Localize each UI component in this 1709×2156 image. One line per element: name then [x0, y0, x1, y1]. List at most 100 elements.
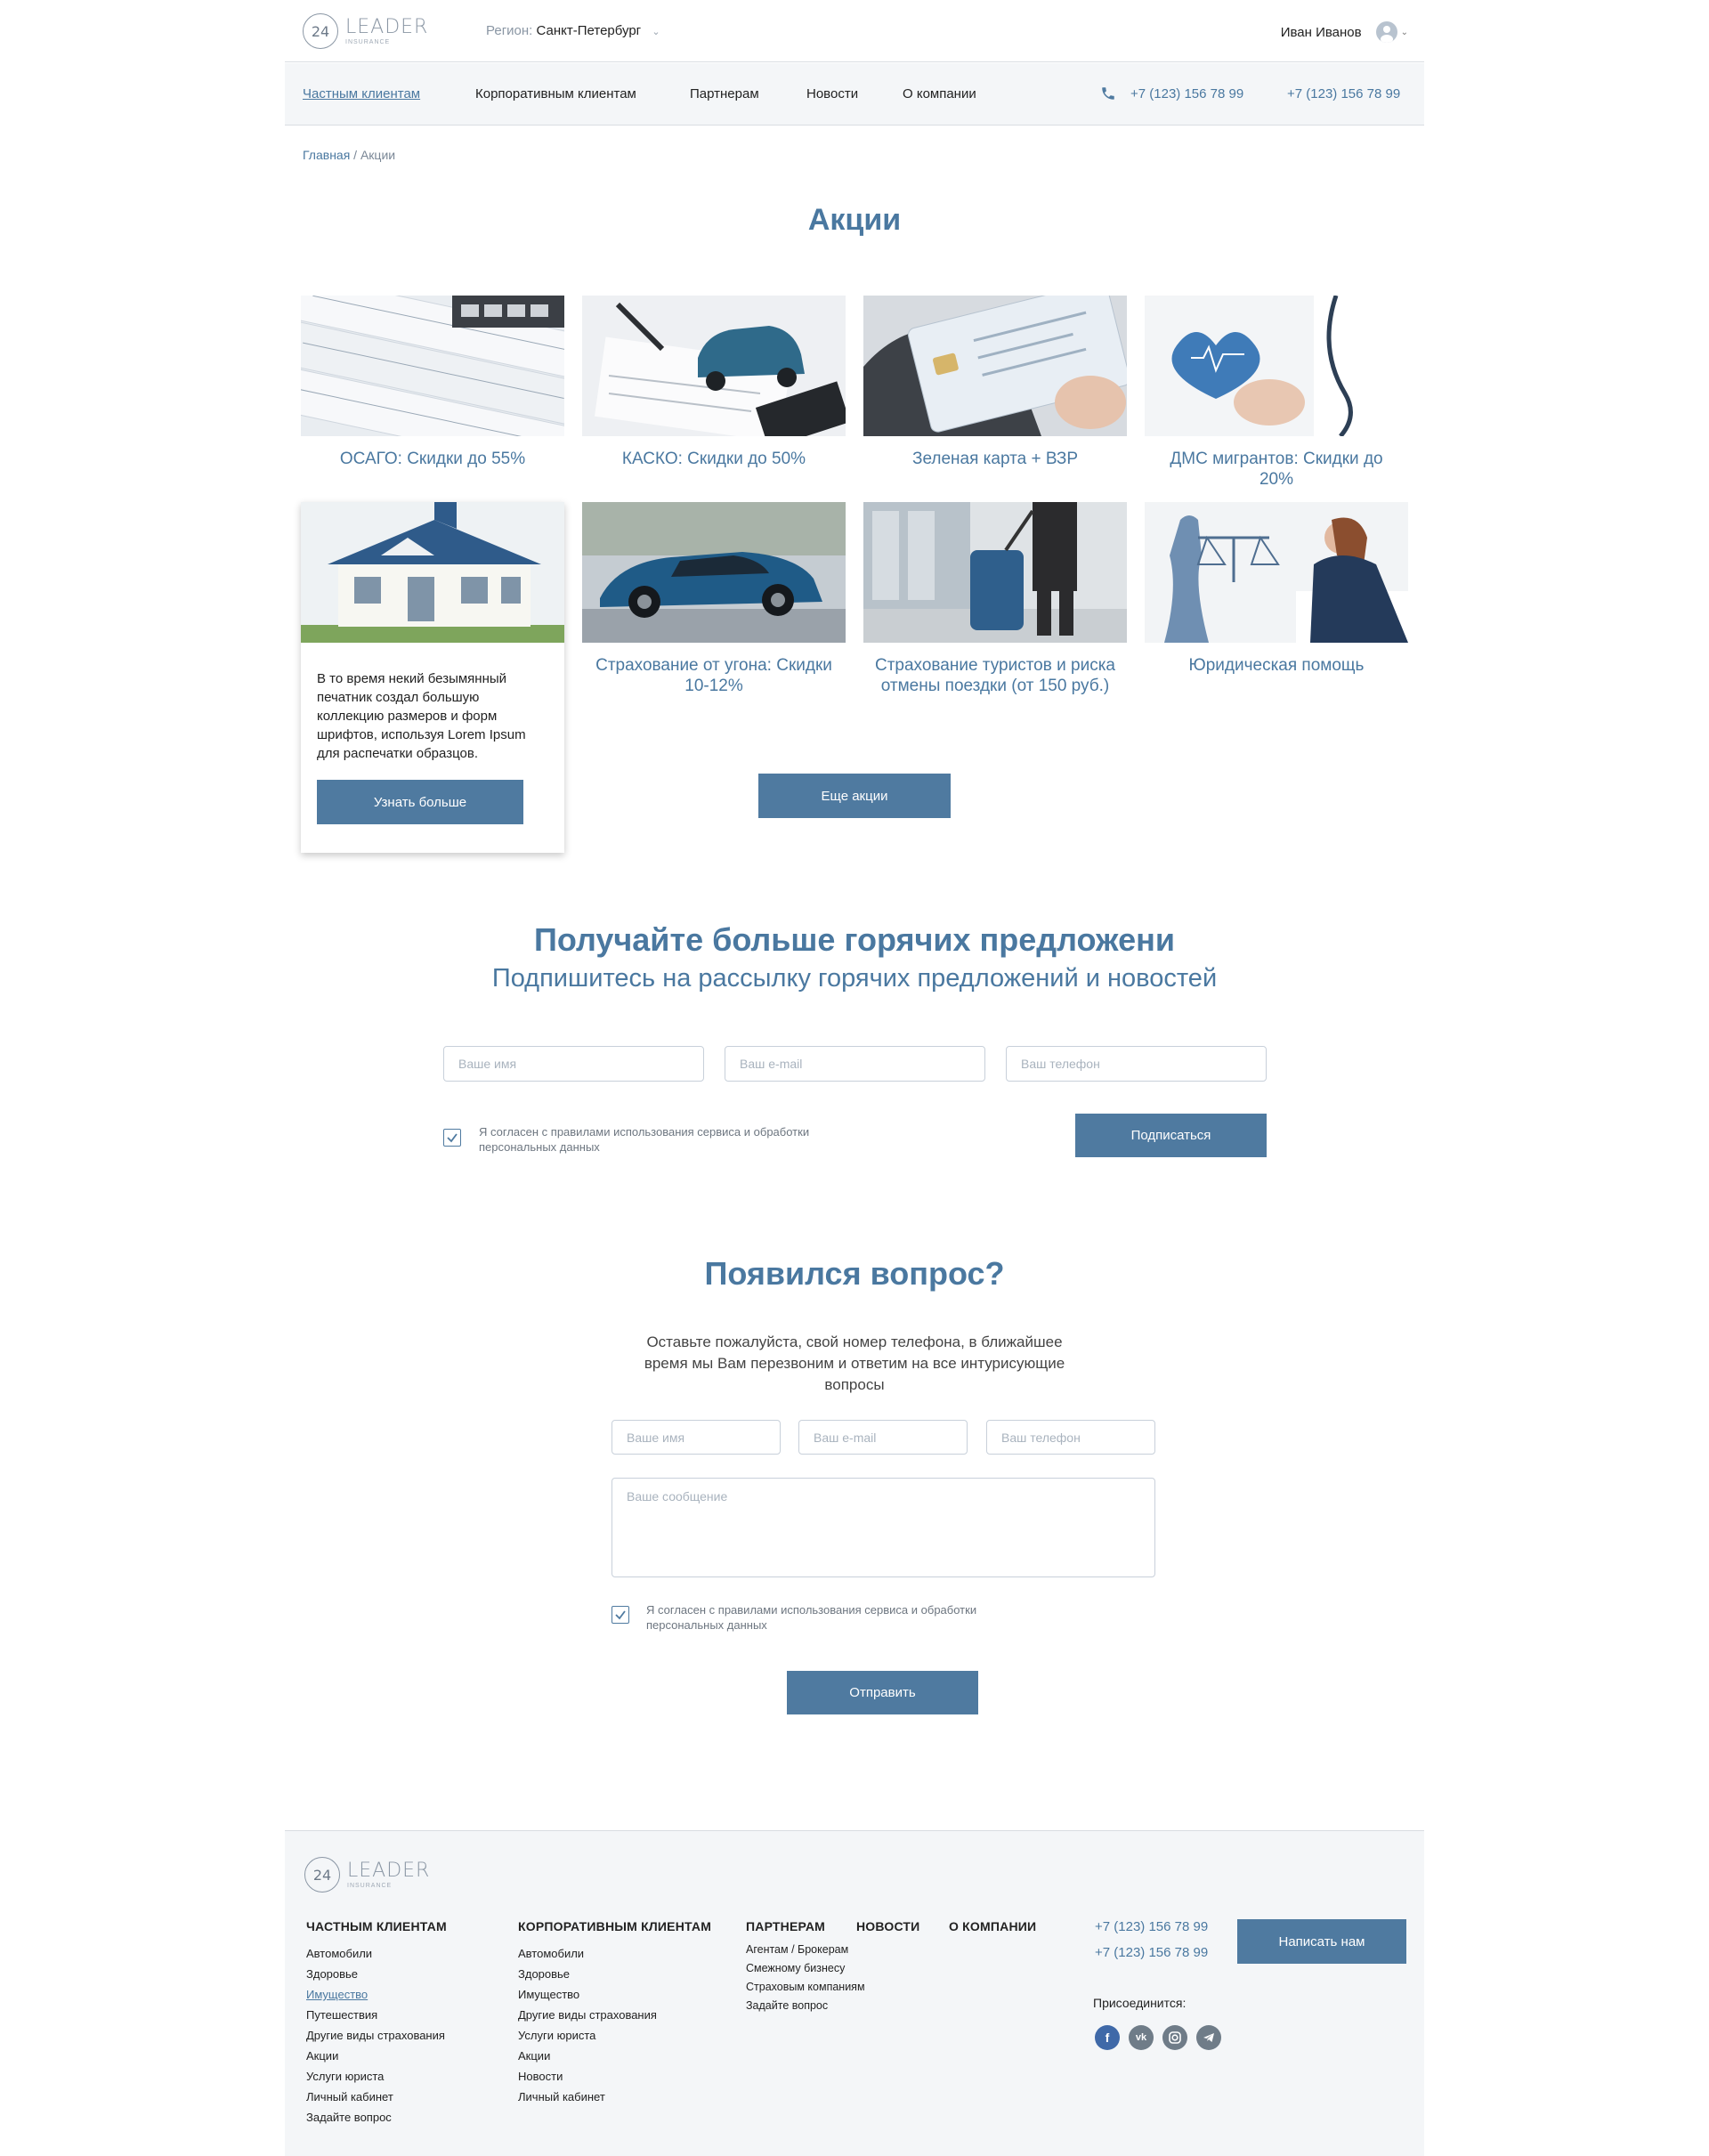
promo-title: КАСКО: Скидки до 50%: [621, 450, 806, 468]
footer-logo[interactable]: 24 LEADER INSURANCE: [304, 1857, 430, 1893]
nav-phone-2[interactable]: +7 (123) 156 78 99: [1287, 86, 1400, 101]
logo-sub: INSURANCE: [345, 38, 391, 45]
subscribe-title: Получайте больше горячих предложени: [534, 921, 1175, 958]
footer-link[interactable]: Задайте вопрос: [306, 2107, 445, 2128]
footer-about-title[interactable]: О КОМПАНИИ: [949, 1919, 1036, 1933]
footer-private-title[interactable]: ЧАСТНЫМ КЛИЕНТАМ: [306, 1919, 447, 1933]
subscribe-email-input[interactable]: [725, 1046, 985, 1082]
promo-image-dms: [1145, 296, 1408, 436]
footer-link[interactable]: Личный кабинет: [306, 2087, 445, 2107]
question-name-input[interactable]: [612, 1420, 781, 1455]
logo-word: LEADER: [347, 1859, 431, 1882]
breadcrumb: Главная / Акции: [303, 148, 395, 162]
promo-title: ДМС мигрантов: Скидки до 20%: [1170, 450, 1383, 489]
nav-private-clients[interactable]: Частным клиентам: [303, 86, 420, 101]
region-value: Санкт-Петербург: [536, 23, 642, 38]
footer-link[interactable]: Здоровье: [518, 1964, 657, 1984]
page: 24 LEADER INSURANCE Регион: Санкт-Петерб…: [285, 0, 1424, 2156]
region-selector[interactable]: Регион: Санкт-Петербург ⌄: [486, 23, 660, 38]
footer-link[interactable]: Услуги юриста: [306, 2066, 445, 2087]
footer-link[interactable]: Другие виды страхования: [518, 2005, 657, 2025]
logo[interactable]: 24 LEADER INSURANCE: [303, 13, 428, 49]
checkmark-icon: [615, 1610, 626, 1620]
subscribe-subtitle: Подпишитесь на рассылку горячих предложе…: [491, 964, 1218, 993]
promo-title: Страхование от угона: Скидки 10-12%: [595, 656, 832, 695]
question-email-input[interactable]: [798, 1420, 968, 1455]
footer-phone-1[interactable]: +7 (123) 156 78 99: [1095, 1919, 1208, 1934]
subscribe-name-input[interactable]: [443, 1046, 704, 1082]
nav-partners[interactable]: Партнерам: [690, 86, 759, 101]
footer-partners-title[interactable]: ПАРТНЕРАМ: [746, 1919, 825, 1933]
promo-card-green-card[interactable]: Зеленая карта + ВЗР: [863, 296, 1127, 469]
nav-phone-1[interactable]: +7 (123) 156 78 99: [1130, 86, 1243, 101]
promo-card-kasko[interactable]: КАСКО: Скидки до 50%: [582, 296, 846, 469]
nav-corporate-clients[interactable]: Корпоративным клиентам: [475, 86, 636, 101]
promo-card-legal[interactable]: Юридическая помощь: [1145, 502, 1408, 676]
breadcrumb-current: Акции: [360, 148, 396, 162]
top-bar: 24 LEADER INSURANCE Регион: Санкт-Петерб…: [285, 0, 1424, 62]
footer-corporate-title[interactable]: КОРПОРАТИВНЫМ КЛИЕНТАМ: [518, 1919, 711, 1933]
footer-link[interactable]: Автомобили: [518, 1943, 657, 1964]
write-us-button[interactable]: Написать нам: [1237, 1919, 1406, 1964]
logo-word: LEADER: [345, 15, 429, 38]
footer-link[interactable]: Другие виды страхования: [306, 2025, 445, 2046]
footer-link[interactable]: Новости: [518, 2066, 657, 2087]
more-promos-button[interactable]: Еще акции: [758, 774, 951, 818]
telegram-icon[interactable]: [1196, 2025, 1221, 2050]
chevron-down-icon: ⌄: [1400, 27, 1408, 37]
footer-link[interactable]: Акции: [306, 2046, 445, 2066]
footer-link[interactable]: Имущество: [518, 1984, 657, 2005]
question-phone-input[interactable]: [986, 1420, 1155, 1455]
avatar-icon: [1375, 21, 1397, 43]
subscribe-button[interactable]: Подписаться: [1075, 1114, 1267, 1157]
promo-image-travel: [863, 502, 1127, 643]
footer-link[interactable]: Автомобили: [306, 1943, 445, 1964]
page-title: Акции: [807, 203, 902, 237]
promo-card-travel[interactable]: Страхование туристов и риска отмены поез…: [863, 502, 1127, 696]
subscribe-consent-checkbox[interactable]: [443, 1129, 461, 1147]
learn-more-button[interactable]: Узнать больше: [317, 780, 523, 824]
footer-link[interactable]: Имущество: [306, 1984, 445, 2005]
breadcrumb-home[interactable]: Главная: [303, 148, 350, 162]
promo-title: ОСАГО: Скидки до 55%: [339, 450, 526, 468]
nav-news[interactable]: Новости: [806, 86, 858, 101]
promo-card-dms[interactable]: ДМС мигрантов: Скидки до 20%: [1145, 296, 1408, 490]
facebook-icon[interactable]: f: [1095, 2025, 1120, 2050]
user-menu[interactable]: Иван Иванов ⌄: [1281, 21, 1408, 43]
promo-image-osago: [301, 296, 564, 436]
question-title: Появился вопрос?: [704, 1255, 1005, 1292]
footer-link[interactable]: Акции: [518, 2046, 657, 2066]
question-consent-text: Я согласен с правилами использования сер…: [646, 1603, 977, 1632]
promo-card-osago[interactable]: ОСАГО: Скидки до 55%: [301, 296, 564, 469]
footer-link[interactable]: Путешествия: [306, 2005, 445, 2025]
footer-link[interactable]: Смежному бизнесу: [746, 1959, 865, 1978]
question-message-textarea[interactable]: [612, 1478, 1155, 1577]
chevron-down-icon: ⌄: [652, 27, 660, 37]
question-consent-checkbox[interactable]: [612, 1606, 629, 1624]
instagram-icon[interactable]: [1162, 2025, 1187, 2050]
subscribe-phone-input[interactable]: [1006, 1046, 1267, 1082]
footer-link[interactable]: Здоровье: [306, 1964, 445, 1984]
promo-card-theft[interactable]: Страхование от угона: Скидки 10-12%: [582, 502, 846, 696]
footer-link[interactable]: Задайте вопрос: [746, 1997, 865, 2015]
promo-image-kasko: [582, 296, 846, 436]
footer-corporate-list: Автомобили Здоровье Имущество Другие вид…: [518, 1943, 657, 2107]
footer-phone-2[interactable]: +7 (123) 156 78 99: [1095, 1945, 1208, 1960]
footer-link[interactable]: Страховым компаниям: [746, 1978, 865, 1997]
footer: 24 LEADER INSURANCE ЧАСТНЫМ КЛИЕНТАМ Авт…: [285, 1830, 1424, 2156]
footer-link[interactable]: Агентам / Брокерам: [746, 1941, 865, 1959]
logo-sub: INSURANCE: [347, 1882, 393, 1889]
footer-link[interactable]: Личный кабинет: [518, 2087, 657, 2107]
main-nav: Частным клиентам Корпоративным клиентам …: [285, 63, 1424, 126]
logo-badge: 24: [303, 13, 338, 49]
region-label: Регион:: [486, 23, 533, 38]
footer-partners-list: Агентам / Брокерам Смежному бизнесу Стра…: [746, 1941, 865, 2015]
send-button[interactable]: Отправить: [787, 1671, 978, 1714]
promo-title: Страхование туристов и риска отмены поез…: [875, 656, 1115, 695]
subscribe-consent-text: Я согласен с правилами использования сер…: [479, 1125, 810, 1154]
promo-image-green-card: [863, 296, 1127, 436]
footer-link[interactable]: Услуги юриста: [518, 2025, 657, 2046]
vk-icon[interactable]: vk: [1129, 2025, 1154, 2050]
nav-about[interactable]: О компании: [903, 86, 976, 101]
footer-news-title[interactable]: НОВОСТИ: [856, 1919, 919, 1933]
